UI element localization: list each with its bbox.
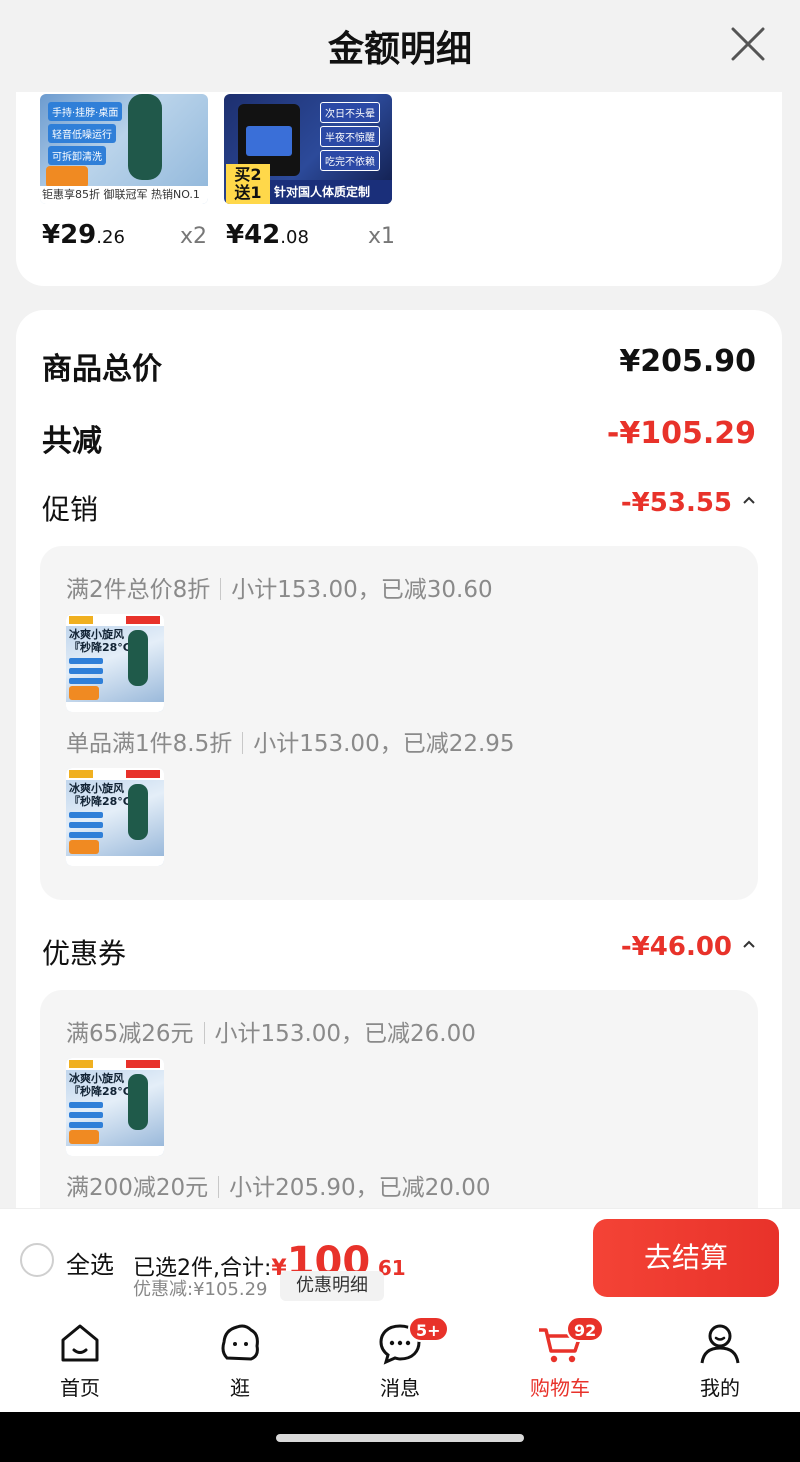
product-tag: 吃完不依赖 [320,150,380,171]
reduce-row: 共减 -¥105.29 [42,416,756,460]
promo-rule-line: 单品满1件8.5折 小计153.00，已减22.95 [66,731,515,757]
tab-label: 首页 [60,1376,100,1400]
chevron-up-icon[interactable] [742,493,756,507]
total-label: 商品总价 [42,352,162,387]
cart-badge: 92 [566,1316,605,1342]
promo-value[interactable]: -¥53.55 [621,488,756,518]
product-footer: 钜惠享85折 御联冠军 热销NO.1 [40,186,208,204]
fan-bottle [128,94,162,180]
reduce-value: -¥105.29 [606,416,756,451]
home-icon [61,1324,99,1362]
total-value: ¥205.90 [619,344,756,379]
product-quantity: x1 [368,224,396,249]
reduce-label: 共减 [42,424,102,459]
product-price: ¥42.08 [226,220,309,250]
product-image-fan[interactable]: 手持·挂脖·桌面 轻音低噪运行 可拆卸清洗 钜惠享85折 御联冠军 热销NO.1 [40,94,208,204]
profile-icon [700,1324,740,1364]
checkout-button[interactable]: 去结算 [593,1219,779,1297]
home-indicator[interactable] [276,1434,524,1442]
tab-messages[interactable]: 5+ 消息 [340,1316,460,1401]
chevron-up-icon[interactable] [742,937,756,951]
tab-label: 购物车 [530,1376,590,1400]
product-tag: 可拆卸清洗 [48,146,106,165]
product-tag: 次日不头晕 [320,102,380,123]
tab-home[interactable]: 首页 [20,1318,140,1401]
tab-bar: 首页 逛 5+ 消息 92 购物车 我的 [0,1310,800,1412]
tab-browse[interactable]: 逛 [180,1318,300,1401]
product-thumbnail[interactable]: 冰爽小旋风 『秒降28°C』 [66,614,164,712]
product-badge [46,166,88,188]
product-strip: 针对国人体质定制 [270,180,392,204]
browse-icon [221,1324,259,1361]
page-title: 金额明细 [327,29,472,70]
system-nav-bar [0,1412,800,1462]
coupon-value[interactable]: -¥46.00 [621,932,756,962]
promo-label: 促销 [42,493,99,526]
tab-label: 逛 [230,1376,250,1400]
product-list-card: 手持·挂脖·桌面 轻音低噪运行 可拆卸清洗 钜惠享85折 御联冠军 热销NO.1… [16,70,782,286]
product-tag: 轻音低噪运行 [48,124,116,143]
product-thumbnail[interactable]: 冰爽小旋风 『秒降28°C』 [66,768,164,866]
tab-cart[interactable]: 92 购物车 [500,1316,620,1401]
tab-profile[interactable]: 我的 [660,1318,780,1401]
discount-detail-button[interactable]: 优惠明细 [280,1271,384,1301]
product-thumbnail[interactable]: 冰爽小旋风 『秒降28°C』 [66,1058,164,1156]
header: 金额明细 [0,0,800,92]
discount-text: 优惠减:¥105.29 [133,1279,268,1300]
coupon-rule-line: 满65减26元 小计153.00，已减26.00 [66,1021,476,1047]
product-price: ¥29.26 [42,220,125,250]
select-all-checkbox[interactable] [20,1243,54,1277]
select-all-label[interactable]: 全选 [66,1245,114,1280]
coupon-rule-line: 满200减20元 小计205.90，已减20.00 [66,1175,491,1201]
promo-badge: 买2 送1 [226,164,270,204]
coupon-label: 优惠券 [42,937,127,970]
tab-label: 消息 [380,1376,420,1400]
price-summary-card: 商品总价 ¥205.90 共减 -¥105.29 促销 -¥53.55 满2件总… [16,310,782,1310]
product-tag: 手持·挂脖·桌面 [48,102,123,121]
tab-label: 我的 [700,1376,740,1400]
product-tag: 半夜不惊醒 [320,126,380,147]
product-image-supplement[interactable]: 次日不头晕 半夜不惊醒 吃完不依赖 买2 送1 针对国人体质定制 [224,94,392,204]
promo-row[interactable]: 促销 -¥53.55 [42,488,756,528]
message-badge: 5+ [408,1316,449,1342]
checkout-bar: 全选 已选2件,合计:¥100.61 优惠减:¥105.29 优惠明细 去结算 [0,1208,800,1310]
promo-detail-panel: 满2件总价8折 小计153.00，已减30.60 冰爽小旋风 『秒降28°C』 单… [40,546,758,900]
coupon-row[interactable]: 优惠券 -¥46.00 [42,932,756,972]
promo-rule-line: 满2件总价8折 小计153.00，已减30.60 [66,577,493,603]
close-icon[interactable] [730,26,766,62]
total-row: 商品总价 ¥205.90 [42,344,756,388]
product-quantity: x2 [180,224,208,249]
